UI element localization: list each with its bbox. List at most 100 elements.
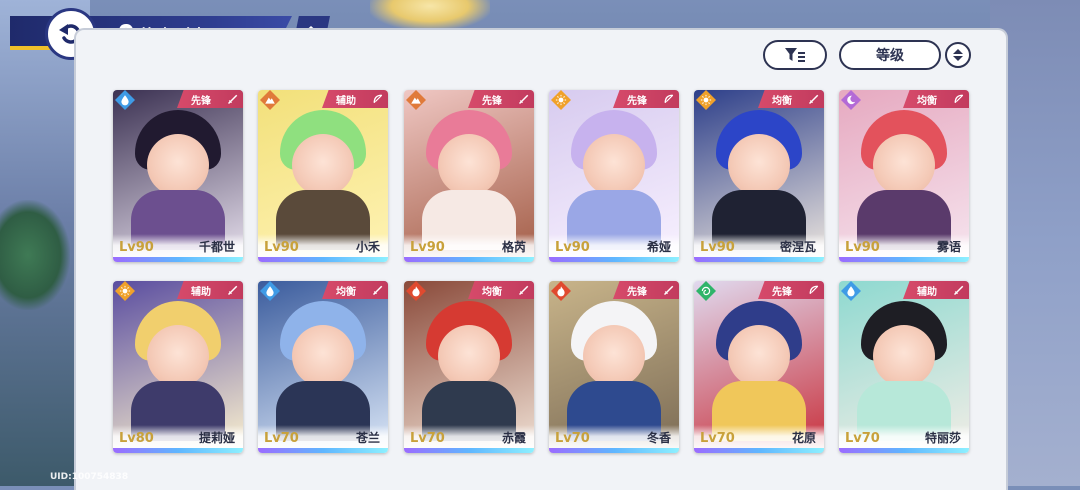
character-card[interactable]: 辅助 Lv90 小禾 xyxy=(258,90,388,262)
wind-swirl-icon xyxy=(696,281,716,301)
character-card[interactable]: 先锋 Lv70 花原 xyxy=(694,281,824,453)
role-badge: 辅助 xyxy=(322,90,388,108)
role-badge: 均衡 xyxy=(468,281,534,299)
role-badge: 先锋 xyxy=(177,90,243,108)
character-name: 冬香 xyxy=(646,431,671,445)
character-card[interactable]: 先锋 Lv90 希娅 xyxy=(549,90,679,262)
rarity-bar xyxy=(258,448,388,453)
character-name: 格芮 xyxy=(501,240,526,254)
uid-label: UID:100754838 xyxy=(50,472,129,482)
sort-dropdown[interactable]: 等级 xyxy=(839,40,941,70)
rarity-bar xyxy=(404,257,534,262)
role-label: 先锋 xyxy=(772,286,792,298)
role-label: 辅助 xyxy=(191,286,211,298)
sword-icon xyxy=(518,285,529,296)
background-plant xyxy=(0,200,70,310)
level-label: Lv90 xyxy=(845,240,880,255)
portrait-face xyxy=(438,325,500,387)
character-name: 花原 xyxy=(791,431,816,445)
character-card[interactable]: 先锋 Lv70 冬香 xyxy=(549,281,679,453)
rarity-bar xyxy=(258,257,388,262)
character-card[interactable]: 均衡 Lv90 雾语 xyxy=(839,90,969,262)
bow-icon xyxy=(954,94,964,104)
rarity-bar xyxy=(549,257,679,262)
sword-icon xyxy=(227,285,238,296)
portrait-face xyxy=(438,134,500,196)
role-badge: 先锋 xyxy=(468,90,534,108)
portrait-face xyxy=(147,325,209,387)
sword-icon xyxy=(518,94,529,105)
portrait-face xyxy=(728,325,790,387)
character-name: 雾语 xyxy=(936,240,961,254)
character-name: 希娅 xyxy=(646,240,671,254)
character-card[interactable]: 辅助 Lv70 特丽莎 xyxy=(839,281,969,453)
portrait-face xyxy=(728,134,790,196)
water-drop-icon xyxy=(841,281,861,301)
level-label: Lv70 xyxy=(264,431,299,446)
role-label: 辅助 xyxy=(336,95,356,107)
portrait-face xyxy=(873,134,935,196)
level-label: Lv70 xyxy=(700,431,735,446)
portrait-face xyxy=(147,134,209,196)
level-label: Lv90 xyxy=(555,240,590,255)
character-name: 苍兰 xyxy=(355,431,380,445)
mountain-icon xyxy=(260,90,280,110)
role-badge: 均衡 xyxy=(322,281,388,299)
bow-icon xyxy=(664,94,674,104)
level-label: Lv70 xyxy=(845,431,880,446)
role-label: 均衡 xyxy=(917,95,937,107)
level-label: Lv90 xyxy=(264,240,299,255)
role-label: 辅助 xyxy=(917,286,937,298)
sword-icon xyxy=(372,285,383,296)
character-name: 密涅瓦 xyxy=(779,240,816,254)
sword-icon xyxy=(808,94,819,105)
sword-icon xyxy=(663,285,674,296)
role-label: 先锋 xyxy=(627,286,647,298)
portrait-face xyxy=(873,325,935,387)
filter-icon xyxy=(785,48,805,62)
sort-order-icon xyxy=(953,49,963,61)
level-label: Lv90 xyxy=(700,240,735,255)
role-badge: 先锋 xyxy=(613,281,679,299)
flame-icon xyxy=(406,281,426,301)
flame-icon xyxy=(551,281,571,301)
role-badge: 均衡 xyxy=(903,90,969,108)
rarity-bar xyxy=(694,257,824,262)
rarity-bar xyxy=(839,257,969,262)
level-label: Lv70 xyxy=(410,431,445,446)
sun-icon xyxy=(115,281,135,301)
character-card[interactable]: 先锋 Lv90 格芮 xyxy=(404,90,534,262)
filter-button[interactable] xyxy=(763,40,827,70)
sun-icon xyxy=(551,90,571,110)
level-label: Lv80 xyxy=(119,431,154,446)
background-lamp xyxy=(370,0,490,30)
character-card[interactable]: 先锋 Lv90 千都世 xyxy=(113,90,243,262)
rarity-bar xyxy=(113,257,243,262)
role-label: 均衡 xyxy=(482,286,502,298)
moon-icon xyxy=(841,90,861,110)
character-name: 提莉娅 xyxy=(198,431,235,445)
level-label: Lv70 xyxy=(555,431,590,446)
character-card[interactable]: 辅助 Lv80 提莉娅 xyxy=(113,281,243,453)
rarity-bar xyxy=(839,448,969,453)
portrait-face xyxy=(583,325,645,387)
sword-icon xyxy=(227,94,238,105)
bow-icon xyxy=(809,285,819,295)
role-badge: 辅助 xyxy=(903,281,969,299)
character-card[interactable]: 均衡 Lv70 苍兰 xyxy=(258,281,388,453)
character-card[interactable]: 均衡 Lv90 密涅瓦 xyxy=(694,90,824,262)
role-label: 均衡 xyxy=(772,95,792,107)
level-label: Lv90 xyxy=(119,240,154,255)
character-card[interactable]: 均衡 Lv70 赤霞 xyxy=(404,281,534,453)
sort-order-toggle[interactable] xyxy=(945,42,971,68)
rarity-bar xyxy=(404,448,534,453)
sword-icon xyxy=(953,285,964,296)
character-name: 小禾 xyxy=(355,240,380,254)
rarity-bar xyxy=(549,448,679,453)
portrait-face xyxy=(583,134,645,196)
bow-icon xyxy=(373,94,383,104)
character-name: 赤霞 xyxy=(501,431,526,445)
role-badge: 先锋 xyxy=(758,281,824,299)
role-label: 先锋 xyxy=(191,95,211,107)
role-badge: 均衡 xyxy=(758,90,824,108)
